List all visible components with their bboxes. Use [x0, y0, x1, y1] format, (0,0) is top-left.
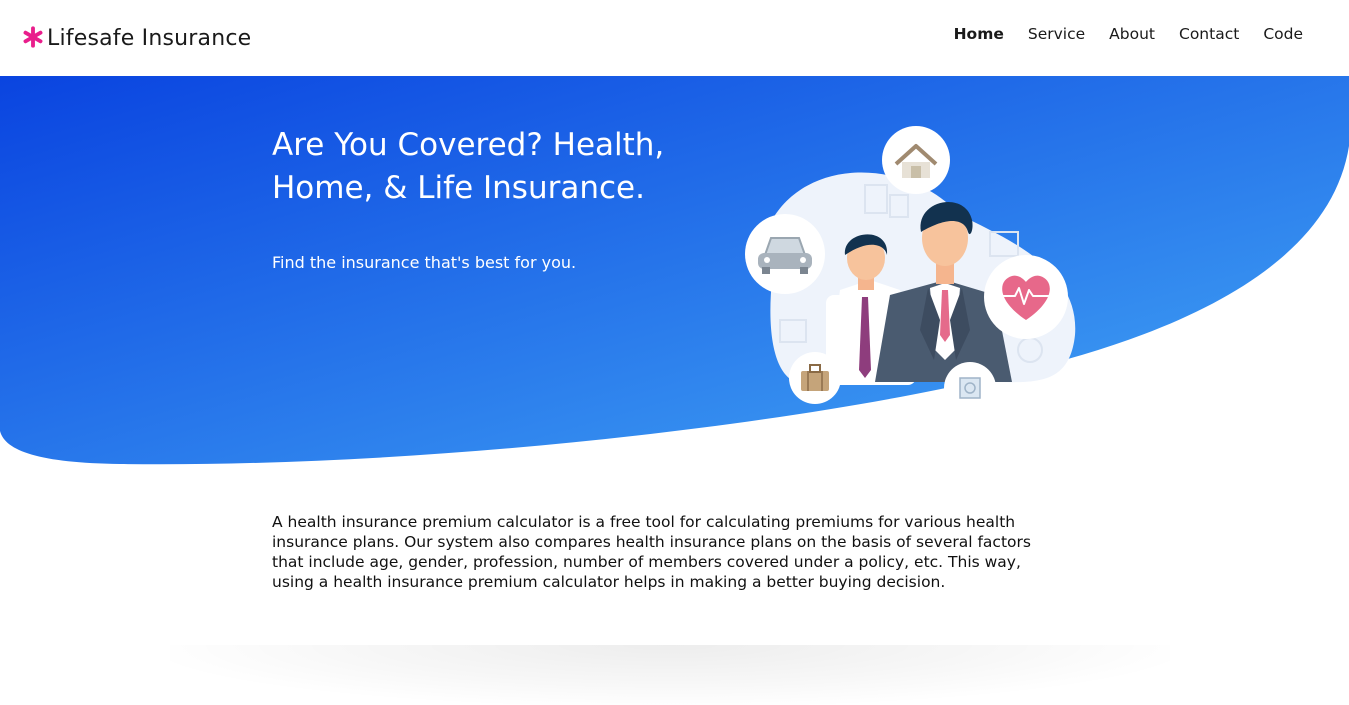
nav-link-home[interactable]: Home [942, 22, 1016, 46]
main-nav: Home Service About Contact Code [942, 22, 1315, 46]
safe-icon [944, 362, 996, 414]
nav-link-service[interactable]: Service [1016, 22, 1097, 46]
briefcase-icon [789, 352, 841, 404]
brand-logo-link[interactable]: Lifesafe Insurance [22, 22, 251, 54]
nav-link-code[interactable]: Code [1251, 22, 1315, 46]
navbar: Lifesafe Insurance Home Service About Co… [0, 0, 1349, 76]
brand-name: Lifesafe Insurance [47, 25, 252, 51]
insurance-illustration [745, 126, 1076, 414]
intro-paragraph: A health insurance premium calculator is… [272, 513, 1031, 591]
house-icon [882, 126, 950, 194]
car-icon [745, 214, 825, 294]
hero-section: Are You Covered? Health, Home, & Life In… [0, 76, 1349, 476]
nav-link-contact[interactable]: Contact [1167, 22, 1251, 46]
nav-link-about[interactable]: About [1097, 22, 1167, 46]
asterisk-icon [23, 26, 43, 48]
hero-subtitle: Find the insurance that's best for you. [272, 253, 577, 272]
hero-title: Are You Covered? Health, Home, & Life In… [272, 127, 665, 206]
card-shadow [170, 645, 1170, 705]
heart-pulse-icon [984, 255, 1068, 339]
